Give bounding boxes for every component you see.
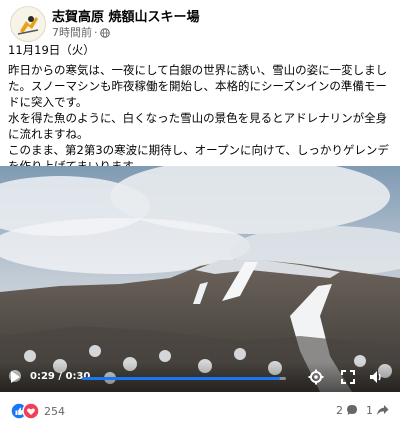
video-controls: 0:29 / 0:30	[0, 362, 400, 392]
post-body: 11月19日（火） 昨日からの寒気は、一夜にして白銀の世界に誘い、雪山の姿に一変…	[8, 42, 394, 174]
settings-icon[interactable]	[308, 369, 324, 385]
reaction-count[interactable]: 254	[44, 405, 65, 418]
mascot-logo-icon	[11, 7, 45, 41]
fullscreen-icon[interactable]	[340, 369, 356, 385]
post-paragraph: 水を得た魚のように、白くなった雪山の景色を見るとアドレナリンが全身に流れますね。	[8, 111, 388, 141]
post-meta: 7時間前 ·	[52, 24, 110, 40]
meta-separator: ·	[94, 26, 98, 39]
reaction-icons[interactable]	[10, 402, 40, 420]
share-count[interactable]: 1	[366, 404, 373, 417]
comment-count[interactable]: 2	[336, 404, 343, 417]
comment-icon[interactable]	[346, 404, 358, 416]
volume-icon[interactable]	[368, 369, 384, 385]
video-player[interactable]: 0:29 / 0:30	[0, 166, 400, 392]
video-progress-fill	[82, 377, 280, 380]
post-time-link[interactable]: 7時間前	[52, 26, 92, 39]
video-frame	[0, 166, 400, 392]
post-header: 志賀高原 焼額山スキー場 7時間前 ·	[6, 4, 394, 42]
video-progress-bar[interactable]	[82, 377, 286, 380]
post-date: 11月19日（火）	[8, 43, 95, 57]
post-paragraph: 昨日からの寒気は、一夜にして白銀の世界に誘い、雪山の姿に一変しました。スノーマシ…	[8, 63, 388, 109]
page-avatar[interactable]	[10, 6, 46, 42]
post-footer: 254 2 1	[0, 396, 400, 426]
video-time: 0:29 / 0:30	[30, 371, 91, 382]
share-icon[interactable]	[376, 404, 389, 416]
page-name-link[interactable]: 志賀高原 焼額山スキー場	[52, 6, 200, 25]
globe-icon	[99, 28, 110, 38]
love-reaction-icon	[22, 402, 40, 420]
play-icon[interactable]	[8, 370, 22, 384]
